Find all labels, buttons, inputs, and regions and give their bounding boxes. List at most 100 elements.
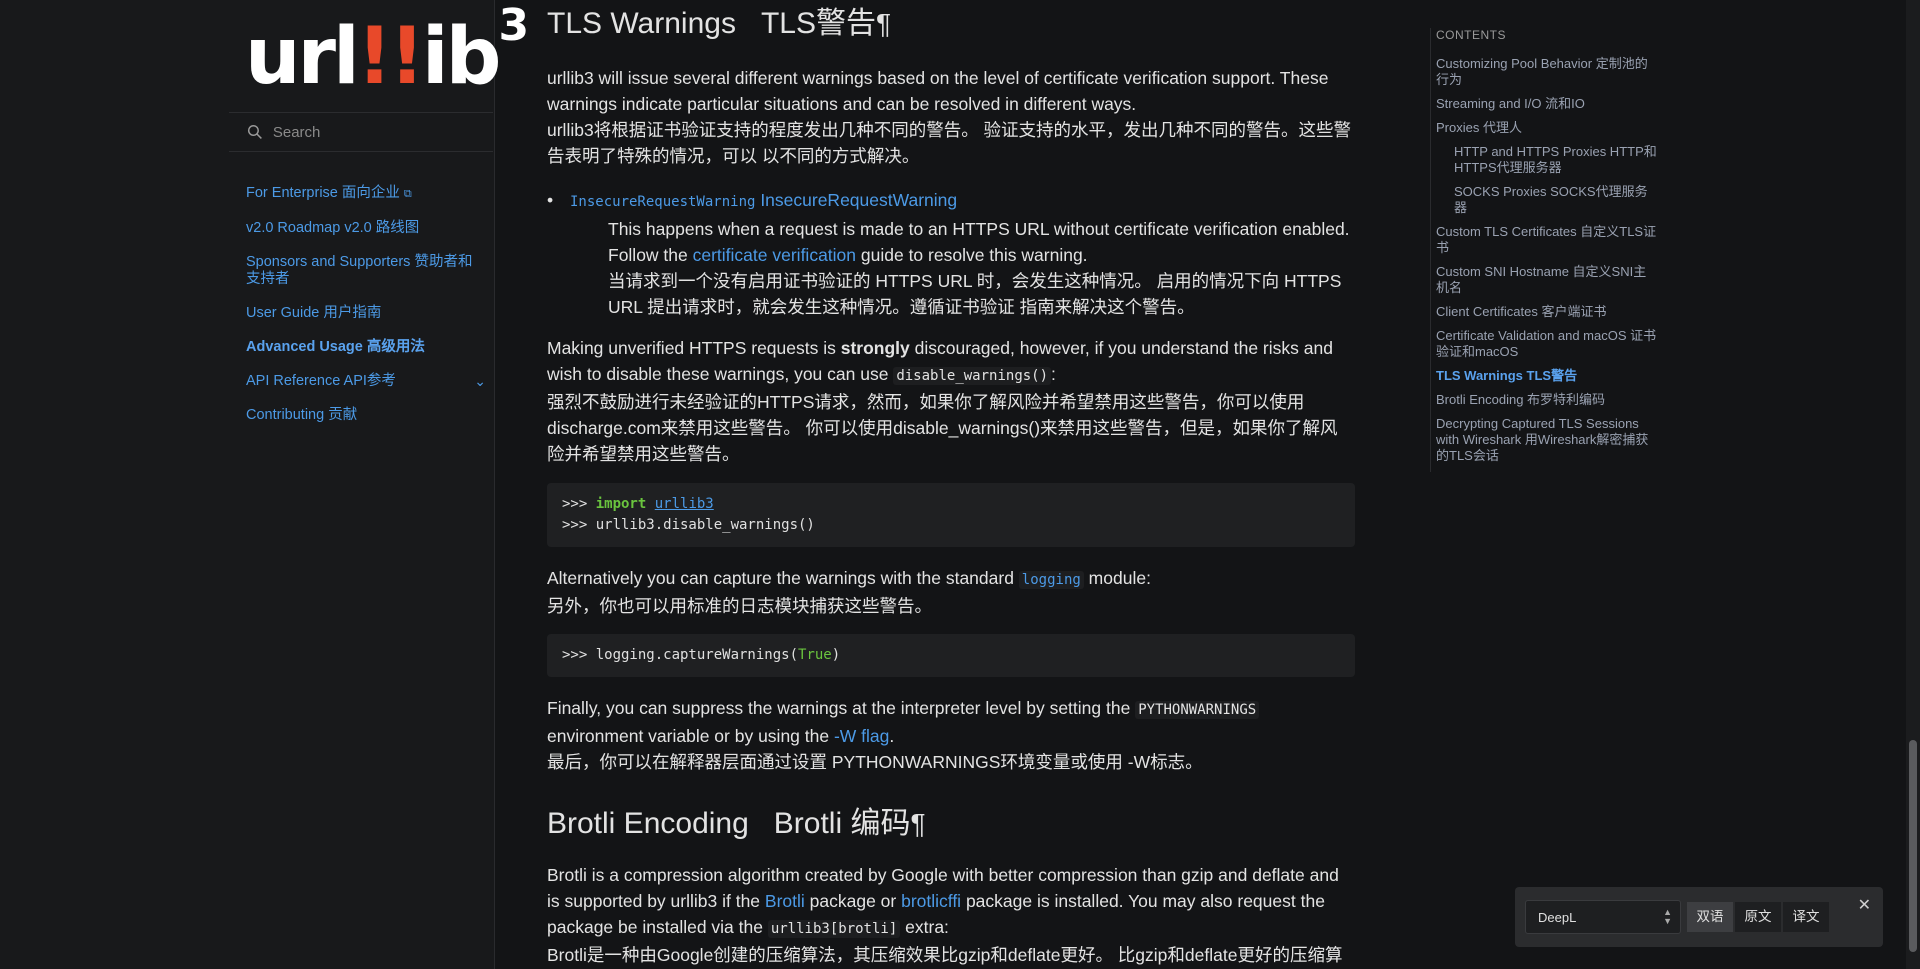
paragraph-text-zh: 最后，你可以在解释器层面通过设置 PYTHONWARNINGS环境变量或使用 -… [547,752,1203,772]
toc-item-custom-sni-hostname[interactable]: Custom SNI Hostname 自定义SNI主机名 [1436,264,1658,296]
table-of-contents: CONTENTS Customizing Pool Behavior 定制池的行… [1430,28,1658,472]
code-block-capture-warnings[interactable]: >>> logging.captureWarnings(True) [547,634,1355,677]
logo-text-bang: !! [356,12,425,102]
bullet-icon: • [547,190,554,210]
sidebar-item-sponsors[interactable]: Sponsors and Supporters 赞助者和支持者 [246,254,486,288]
paragraph-text-en: urllib3 will issue several different war… [547,68,1329,114]
code-line: >>> import urllib3 [562,494,1340,515]
section-heading-tls-warnings: TLS Warnings TLS警告¶ [547,4,891,44]
toc-item-customizing-pool[interactable]: Customizing Pool Behavior 定制池的行为 [1436,56,1658,88]
translator-widget: DeepL ▲ ▼ 双语 原文 译文 ✕ [1515,887,1883,947]
code-module-urllib3[interactable]: urllib3 [655,496,714,512]
mode-button-bilingual[interactable]: 双语 [1687,902,1733,932]
search-input[interactable] [270,122,493,142]
permalink-anchor[interactable]: ¶ [910,808,925,839]
toc-item-client-certificates[interactable]: Client Certificates 客户端证书 [1436,304,1658,320]
paragraph-brotli-intro: Brotli is a compression algorithm create… [547,862,1355,968]
paragraph-disable-warnings: Making unverified HTTPS requests is stro… [547,335,1355,467]
paragraph-text-zh: urllib3将根据证书验证支持的程度发出几种不同的警告。 验证支持的水平，发出… [547,120,1352,166]
scrollbar-thumb[interactable] [1909,740,1917,952]
certificate-verification-link[interactable]: certificate verification [693,245,856,265]
select-arrows-icon: ▲ ▼ [1663,907,1672,926]
paragraph-pythonwarnings: Finally, you can suppress the warnings a… [547,695,1355,775]
chevron-down-icon[interactable]: ⌄ [474,373,486,390]
inline-code-logging-link[interactable]: logging [1018,571,1084,589]
code-text-b: ) [831,647,841,663]
paragraph-logging: Alternatively you can capture the warnin… [547,565,1355,619]
p4-text-a: Finally, you can suppress the warnings a… [547,698,1136,718]
warning-class-code[interactable]: InsecureRequestWarning [570,194,755,210]
logo-text-main: url [245,12,360,102]
p3-text-a: Alternatively you can capture the warnin… [547,568,1019,588]
inline-code-pythonwarnings: PYTHONWARNINGS [1135,701,1260,719]
code-prompt: >>> [562,496,596,512]
sidebar-item-label: Sponsors and Supporters 赞助者和支持者 [246,254,473,287]
p2-text-c: : [1051,364,1056,384]
sidebar-nav: For Enterprise 面向企业 ⧉ v2.0 Roadmap v2.0 路… [246,185,486,441]
brotli-link[interactable]: Brotli [765,891,805,911]
inline-code-brotli-extra: urllib3[brotli] [767,920,901,938]
mode-button-original[interactable]: 原文 [1735,902,1781,932]
code-keyword-import: import [595,496,647,512]
paragraph-text-en: Alternatively you can capture the warnin… [547,565,1355,593]
warning-class-link[interactable]: InsecureRequestWarning [760,190,957,210]
brotlicffi-link[interactable]: brotlicffi [901,891,961,911]
list-item-insecure-request-warning: • InsecureRequestWarning InsecureRequest… [547,187,1355,320]
paragraph-text-en: Making unverified HTTPS requests is stro… [547,335,1355,389]
engine-select-value: DeepL [1538,909,1577,925]
inline-code-disable-warnings: disable_warnings() [893,367,1052,385]
p5-text-d: extra: [900,917,949,937]
sidebar-item-label: For Enterprise 面向企业 [246,185,400,201]
translation-engine-select[interactable]: DeepL ▲ ▼ [1525,900,1681,934]
mode-button-translated[interactable]: 译文 [1783,902,1829,932]
toc-item-decrypting-tls-sessions[interactable]: Decrypting Captured TLS Sessions with Wi… [1436,416,1658,464]
sidebar-item-user-guide[interactable]: User Guide 用户指南 [246,305,486,322]
code-line: >>> logging.captureWarnings(True) [562,645,1340,666]
toc-item-custom-tls-certificates[interactable]: Custom TLS Certificates 自定义TLS证书 [1436,224,1658,256]
toc-item-brotli-encoding[interactable]: Brotli Encoding 布罗特利编码 [1436,392,1658,408]
code-line: >>> urllib3.disable_warnings() [562,517,815,533]
main-content: TLS Warnings TLS警告¶ urllib3 will issue s… [547,0,1355,969]
permalink-anchor[interactable]: ¶ [876,8,891,39]
code-builtin-true: True [798,647,832,663]
code-block-disable-warnings[interactable]: >>> import urllib3 >>> urllib3.disable_w… [547,483,1355,547]
p2-strong: strongly [840,338,910,358]
p4-text-c: . [889,726,895,746]
code-text-a: >>> logging.captureWarnings( [562,647,799,663]
sidebar-item-for-enterprise[interactable]: For Enterprise 面向企业 ⧉ [246,185,486,203]
paragraph-text-zh: Brotli是一种由Google创建的压缩算法，其压缩效果比gzip和defla… [547,945,1343,965]
external-link-icon: ⧉ [403,188,412,200]
sidebar-item-label: API Reference API参考 [246,373,396,389]
toc-item-http-https-proxies[interactable]: HTTP and HTTPS Proxies HTTP和HTTPS代理服务器 [1436,144,1658,176]
heading-text: TLS Warnings TLS警告 [547,7,876,40]
paragraph-text-zh: 另外，你也可以用标准的日志模块捕获这些警告。 [547,596,932,616]
section-heading-brotli-encoding: Brotli Encoding Brotli 编码¶ [547,804,926,844]
page-scrollbar[interactable] [1906,0,1920,969]
sidebar: url!!ib3 For Enterprise 面向企业⧉ v2.0 Roadm… [0,0,529,969]
sidebar-item-label: v2.0 Roadmap v2.0 路线图 [246,220,420,236]
sidebar-item-contributing[interactable]: Contributing 贡献 [246,407,486,424]
toc-item-certificate-validation-macos[interactable]: Certificate Validation and macOS 证书验证和ma… [1436,328,1658,360]
warning-description-zh: 当请求到一个没有启用证书验证的 HTTPS URL 时，会发生这种情况。 启用的… [608,271,1342,317]
search-bar[interactable] [229,112,493,152]
toc-item-socks-proxies[interactable]: SOCKS Proxies SOCKS代理服务器 [1436,184,1658,216]
toc-item-proxies[interactable]: Proxies 代理人 [1436,120,1658,136]
toc-item-streaming-io[interactable]: Streaming and I/O 流和IO [1436,96,1658,112]
paragraph-text-en: Finally, you can suppress the warnings a… [547,695,1355,749]
paragraph-text-en: Brotli is a compression algorithm create… [547,862,1355,942]
p3-text-b: module: [1083,568,1151,588]
paragraph-text-zh: 强烈不鼓励进行未经验证的HTTPS请求，然而，如果你了解风险并希望禁用这些警告，… [547,392,1338,464]
sidebar-item-advanced-usage[interactable]: Advanced Usage 高级用法 [246,339,486,356]
warning-desc-text-2: guide to resolve this warning. [856,245,1088,265]
warning-description-en: This happens when a request is made to a… [608,216,1355,268]
w-flag-link[interactable]: -W flag [834,726,889,746]
sidebar-item-roadmap[interactable]: v2.0 Roadmap v2.0 路线图 [246,220,486,237]
sidebar-item-api-reference[interactable]: API Reference API参考 ⌄ [246,373,486,390]
close-icon[interactable]: ✕ [1858,895,1871,915]
p5-text-b: package or [804,891,902,911]
heading-text: Brotli Encoding Brotli 编码 [547,807,911,840]
logo-text-tail: ib [421,12,502,102]
urllib3-logo[interactable]: url!!ib3 [245,4,529,97]
sidebar-item-label: User Guide 用户指南 [246,305,382,321]
toc-item-tls-warnings[interactable]: TLS Warnings TLS警告 [1436,368,1658,384]
